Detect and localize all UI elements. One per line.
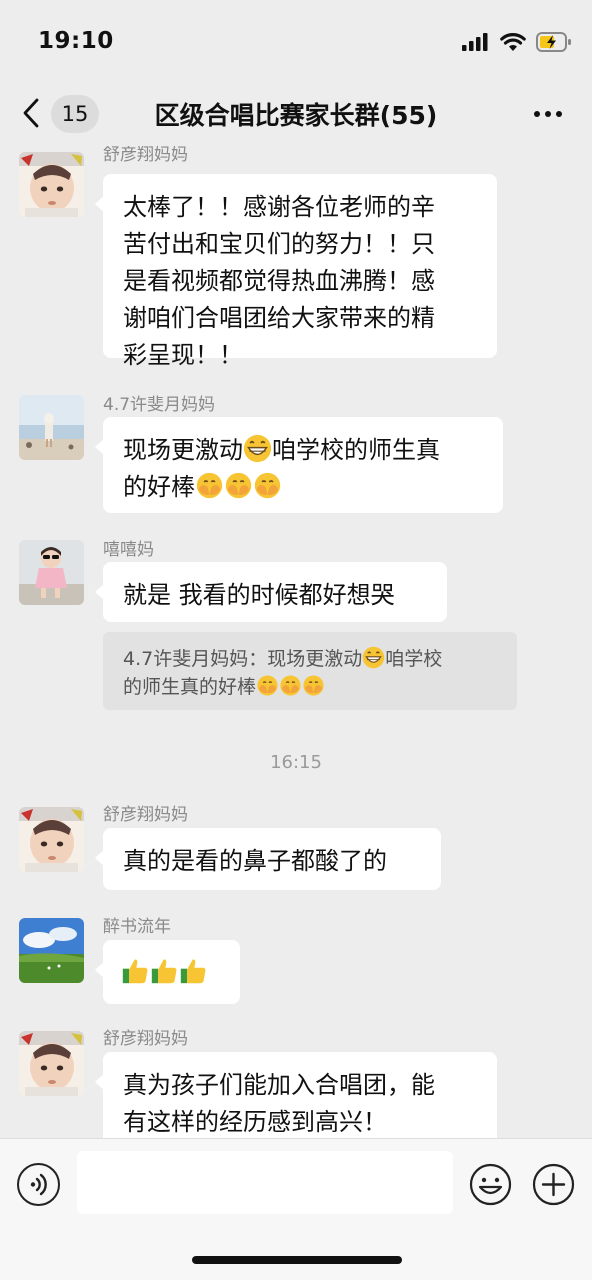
message-line: 苦付出和宝贝们的努力！！只 xyxy=(123,230,435,258)
back-button[interactable] xyxy=(22,96,46,130)
message-bubble[interactable]: 真的是看的鼻子都酸了的 xyxy=(95,828,441,890)
quote-line: 的师生真的好棒 xyxy=(123,673,497,701)
sender-name: 嘻嘻妈 xyxy=(103,540,154,560)
message-line: 真为孩子们能加入合唱团，能 xyxy=(123,1071,435,1099)
more-icon-dot xyxy=(534,111,540,117)
grin-emoji xyxy=(362,646,385,669)
facepalm-emoji xyxy=(303,675,324,696)
landscape-avatar-image xyxy=(19,918,84,983)
facepalm-emoji xyxy=(280,675,301,696)
avatar[interactable] xyxy=(19,540,84,605)
facepalm-emoji xyxy=(254,472,281,499)
signal-icon xyxy=(462,33,488,51)
message-line: 彩呈现！！ xyxy=(123,341,243,369)
sender-name: 4.7许斐月妈妈 xyxy=(103,395,216,415)
avatar[interactable] xyxy=(19,152,84,217)
girl-avatar-image xyxy=(19,540,84,605)
message-input[interactable] xyxy=(77,1151,453,1214)
voice-input-button[interactable] xyxy=(17,1163,60,1206)
avatar[interactable] xyxy=(19,395,84,460)
avatar[interactable] xyxy=(19,807,84,872)
sender-name: 舒彦翔妈妈 xyxy=(103,146,188,165)
beach-avatar-image xyxy=(19,395,84,460)
baby-avatar-image xyxy=(19,1031,84,1096)
message-list[interactable]: 舒彦翔妈妈 太棒了！！感谢各位老师的辛 苦付出和宝贝们的努力！！只 是看视频都觉… xyxy=(0,146,592,1138)
sender-name: 舒彦翔妈妈 xyxy=(103,805,188,825)
more-icon-dot xyxy=(556,111,562,117)
message-line: 有这样的经历感到高兴！ xyxy=(123,1108,387,1136)
chat-header: 区级合唱比赛家长群(55) 15 xyxy=(0,84,592,146)
more-functions-button[interactable] xyxy=(532,1163,575,1206)
time-separator: 16:15 xyxy=(270,752,322,773)
message-line: 是看视频都觉得热血沸腾！感 xyxy=(123,267,435,295)
quoted-message[interactable]: 4.7许斐月妈妈：现场更激动 咱学校 的师生真的好棒 xyxy=(103,632,517,710)
baby-avatar-image xyxy=(19,807,84,872)
message-bubble[interactable]: 就是 我看的时候都好想哭 xyxy=(95,562,447,622)
more-button[interactable] xyxy=(530,96,566,132)
status-icons xyxy=(462,32,572,52)
baby-avatar-image xyxy=(19,152,84,217)
emoji-icon xyxy=(469,1163,512,1206)
thumbs-up-emoji xyxy=(122,959,148,984)
emoji-button[interactable] xyxy=(469,1163,512,1206)
thumbs-up-emoji xyxy=(151,959,177,984)
home-indicator xyxy=(192,1256,402,1264)
avatar[interactable] xyxy=(19,918,84,983)
message-bubble[interactable]: 现场更激动 咱学校的师生真 的好棒 xyxy=(95,417,503,513)
status-time: 19:10 xyxy=(38,28,114,54)
voice-icon xyxy=(30,1173,47,1196)
facepalm-emoji xyxy=(225,472,252,499)
plus-icon xyxy=(532,1163,575,1206)
message-line: 现场更激动 咱学校的师生真 xyxy=(123,434,440,464)
facepalm-emoji xyxy=(257,675,278,696)
chevron-left-icon xyxy=(23,98,39,128)
message-line: 太棒了！！感谢各位老师的辛 xyxy=(123,193,435,221)
grin-emoji xyxy=(243,434,272,463)
message-bubble[interactable] xyxy=(95,940,240,1004)
message-bubble[interactable]: 真为孩子们能加入合唱团，能 有这样的经历感到高兴！ xyxy=(95,1052,497,1138)
more-icon-dot xyxy=(545,111,551,117)
thumbs-up-emoji xyxy=(180,959,206,984)
sender-name: 醉书流年 xyxy=(103,917,171,937)
status-bar: 19:10 xyxy=(0,0,592,84)
message-line: 谢咱们合唱团给大家带来的精 xyxy=(123,304,435,332)
message-line: 的好棒 xyxy=(123,469,483,506)
battery-icon xyxy=(536,32,571,52)
facepalm-emoji xyxy=(196,472,223,499)
wifi-icon xyxy=(500,33,526,51)
quote-line: 4.7许斐月妈妈：现场更激动 咱学校 xyxy=(123,646,443,670)
avatar[interactable] xyxy=(19,1031,84,1096)
message-bubble[interactable]: 太棒了！！感谢各位老师的辛 苦付出和宝贝们的努力！！只 是看视频都觉得热血沸腾！… xyxy=(95,174,497,369)
unread-count-badge[interactable]: 15 xyxy=(51,95,99,133)
sender-name: 舒彦翔妈妈 xyxy=(103,1029,188,1049)
